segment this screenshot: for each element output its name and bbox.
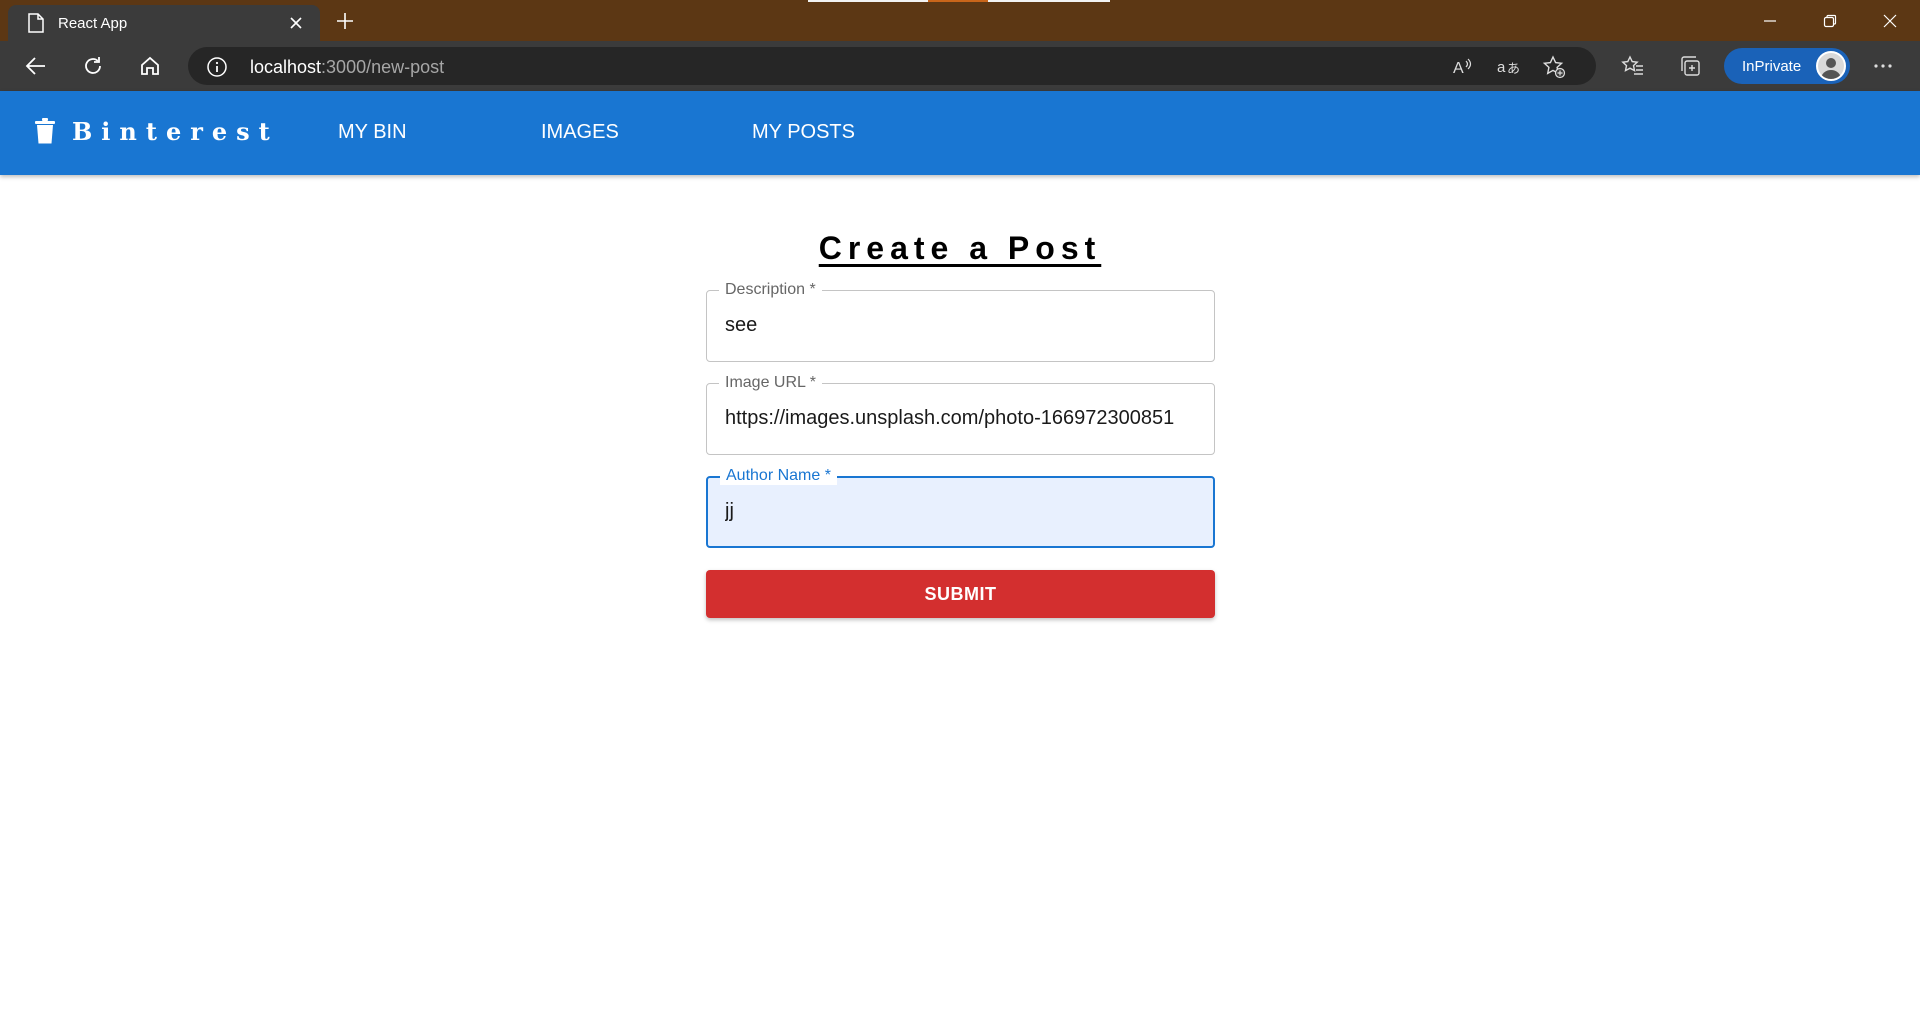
inprivate-badge[interactable]: InPrivate [1724, 48, 1850, 84]
app-bar: Binterest MY BIN IMAGES MY POSTS [0, 91, 1920, 175]
new-tab-icon[interactable] [332, 8, 358, 34]
window-controls [1740, 0, 1920, 41]
author-name-label: Author Name * [720, 467, 837, 485]
brand-name: Binterest [72, 117, 279, 146]
tab-close-icon[interactable] [284, 11, 308, 35]
description-input[interactable]: see [725, 314, 1201, 337]
close-window-icon[interactable] [1860, 0, 1920, 41]
translate-icon[interactable]: aあ [1494, 53, 1522, 81]
page-title: Create a Post [0, 230, 1920, 267]
url-host: localhost [250, 57, 322, 77]
nav-images[interactable]: IMAGES [541, 121, 619, 144]
svg-text:あ: あ [1507, 62, 1520, 77]
author-name-input[interactable]: jj [725, 500, 1201, 523]
svg-text:A: A [1453, 60, 1464, 77]
image-url-field[interactable]: Image URL * https://images.unsplash.com/… [706, 374, 1215, 455]
minimize-icon[interactable] [1740, 0, 1800, 41]
read-aloud-icon[interactable]: A [1448, 53, 1476, 81]
browser-titlebar: React App [0, 0, 1920, 41]
home-icon[interactable] [134, 50, 166, 82]
add-favorite-icon[interactable] [1540, 53, 1568, 81]
restore-icon[interactable] [1800, 0, 1860, 41]
favorites-icon[interactable] [1617, 50, 1649, 82]
submit-button[interactable]: SUBMIT [706, 570, 1215, 618]
description-label: Description * [719, 281, 822, 299]
page-title-text: Create a Post [818, 230, 1102, 266]
description-field[interactable]: Description * see [706, 281, 1215, 362]
profile-avatar-icon [1816, 51, 1846, 81]
collections-icon[interactable] [1674, 50, 1706, 82]
url-text[interactable]: localhost:3000/new-post [250, 57, 444, 78]
back-arrow-icon[interactable] [20, 50, 52, 82]
browser-toolbar: localhost:3000/new-post A aあ InPrivate [0, 41, 1920, 91]
more-options-icon[interactable] [1867, 50, 1899, 82]
author-name-field[interactable]: Author Name * jj [706, 467, 1215, 548]
inprivate-label: InPrivate [1742, 57, 1802, 75]
browser-tab[interactable]: React App [8, 5, 320, 41]
trash-bin-icon [34, 117, 58, 146]
tab-title: React App [58, 14, 128, 32]
brand-logo[interactable]: Binterest [34, 117, 279, 146]
document-icon [24, 11, 48, 35]
image-url-label: Image URL * [719, 374, 822, 392]
titlebar-accent [808, 0, 1110, 2]
image-url-input[interactable]: https://images.unsplash.com/photo-166972… [725, 407, 1201, 430]
nav-my-bin[interactable]: MY BIN [338, 121, 407, 144]
address-bar[interactable]: localhost:3000/new-post A aあ [188, 47, 1596, 85]
refresh-icon[interactable] [77, 50, 109, 82]
info-icon[interactable] [206, 56, 228, 78]
nav-my-posts[interactable]: MY POSTS [752, 121, 855, 144]
svg-text:a: a [1497, 59, 1506, 76]
url-path: :3000/new-post [321, 57, 445, 77]
